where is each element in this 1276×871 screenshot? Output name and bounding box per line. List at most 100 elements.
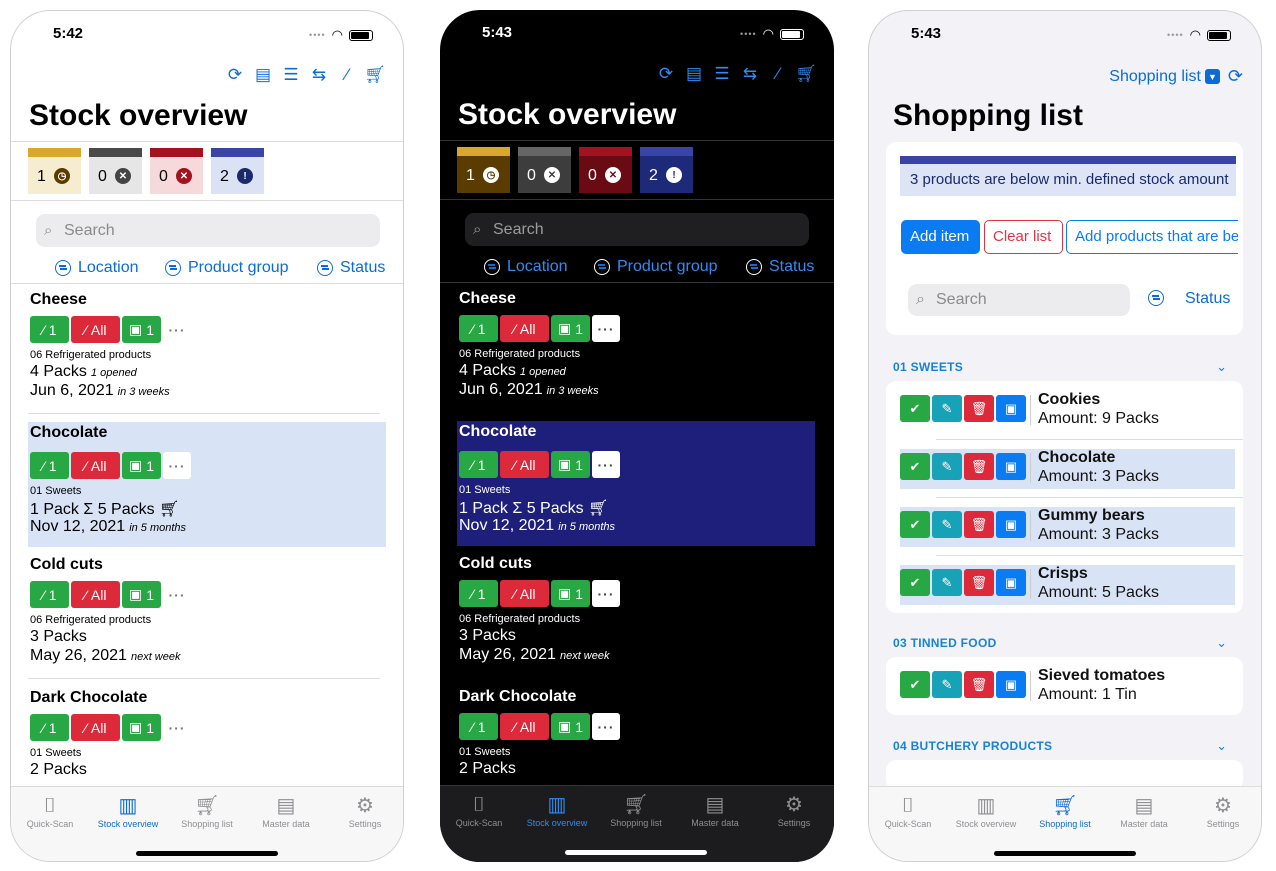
tab-stock-overview[interactable]: ▥ Stock overview bbox=[89, 793, 167, 829]
tab-stock-overview[interactable]: ▥ Stock overview bbox=[518, 792, 596, 828]
search-input[interactable]: ⌕ Search bbox=[908, 284, 1130, 316]
trash-icon[interactable]: 🗑︎ bbox=[964, 453, 994, 480]
stock-item-cheese[interactable]: Cheese ⁄ 1 ⁄ All ▣ 1 ··· 06 Refrigerated pr… bbox=[457, 290, 817, 410]
stock-item-dark-chocolate[interactable]: Dark Chocolate ⁄ 1 ⁄ All ▣ 1 ··· 01 Sweets … bbox=[28, 689, 388, 774]
open-one-button[interactable]: ▣ 1 bbox=[551, 580, 590, 607]
filter-product-group[interactable]: Product group bbox=[165, 259, 289, 277]
filter-status[interactable]: Status bbox=[746, 258, 814, 276]
fork-icon[interactable]: ⁄ bbox=[337, 65, 357, 85]
trash-icon[interactable]: 🗑︎ bbox=[964, 511, 994, 538]
consume-one-button[interactable]: ⁄ 1 bbox=[30, 581, 69, 608]
consume-one-button[interactable]: ⁄ 1 bbox=[30, 316, 69, 343]
chip-due-soon[interactable]: 1 ◷ bbox=[457, 147, 510, 193]
consume-all-button[interactable]: ⁄ All bbox=[500, 713, 549, 740]
consume-all-button[interactable]: ⁄ All bbox=[500, 451, 549, 478]
refresh-icon[interactable]: ⟳ bbox=[656, 64, 676, 84]
box-icon[interactable]: ▣ bbox=[996, 569, 1026, 596]
tab-shopping-list[interactable]: 🛒︎ Shopping list bbox=[597, 792, 675, 828]
edit-icon[interactable]: ✎ bbox=[932, 395, 962, 422]
chevron-down-icon[interactable]: ⌄ bbox=[1216, 738, 1227, 754]
refresh-icon[interactable]: ⟳ bbox=[225, 65, 245, 85]
filter-status[interactable]: Status bbox=[317, 259, 385, 277]
box-icon[interactable]: ▣ bbox=[996, 395, 1026, 422]
consume-all-button[interactable]: ⁄ All bbox=[71, 316, 120, 343]
shopping-item-chocolate[interactable]: ✔ ✎ 🗑︎ ▣ Chocolate Amount: 3 Packs bbox=[900, 449, 1235, 489]
tab-settings[interactable]: ⚙ Settings bbox=[1184, 793, 1261, 829]
open-one-button[interactable]: ▣ 1 bbox=[122, 714, 161, 741]
consume-one-button[interactable]: ⁄ 1 bbox=[459, 580, 498, 607]
more-icon[interactable]: ··· bbox=[592, 713, 620, 740]
more-icon[interactable]: ··· bbox=[592, 315, 620, 342]
check-icon[interactable]: ✔ bbox=[900, 395, 930, 422]
chip-expired[interactable]: 0 ✕ bbox=[579, 147, 632, 193]
chevron-down-icon[interactable]: ⌄ bbox=[1216, 635, 1227, 651]
journal-icon[interactable]: ▤ bbox=[684, 64, 704, 84]
shopping-item-cookies[interactable]: ✔ ✎ 🗑︎ ▣ Cookies Amount: 9 Packs bbox=[900, 391, 1235, 431]
stock-item-chocolate[interactable]: Chocolate ⁄ 1 ⁄ All ▣ 1 ··· 01 Sweets 1 Pac… bbox=[457, 421, 815, 546]
tab-master-data[interactable]: ▤ Master data bbox=[1105, 793, 1183, 829]
shopping-item-sieved-tomatoes[interactable]: ✔ ✎ 🗑︎ ▣ Sieved tomatoes Amount: 1 Tin bbox=[900, 667, 1235, 707]
filter-icon[interactable] bbox=[1148, 290, 1164, 306]
consume-all-button[interactable]: ⁄ All bbox=[71, 714, 120, 741]
add-below-min-button[interactable]: Add products that are below min. stock bbox=[1066, 220, 1238, 254]
box-icon[interactable]: ▣ bbox=[996, 453, 1026, 480]
edit-icon[interactable]: ✎ bbox=[932, 511, 962, 538]
more-icon[interactable]: ··· bbox=[163, 714, 191, 741]
list-icon[interactable]: ☰ bbox=[281, 65, 301, 85]
search-input[interactable]: ⌕ Search bbox=[465, 213, 809, 246]
tab-quick-scan[interactable]: ⌷ Quick-Scan bbox=[11, 793, 89, 829]
tab-quick-scan[interactable]: ⌷ Quick-Scan bbox=[869, 793, 947, 829]
journal-icon[interactable]: ▤ bbox=[253, 65, 273, 85]
shopping-item-gummy-bears[interactable]: ✔ ✎ 🗑︎ ▣ Gummy bears Amount: 3 Packs bbox=[900, 507, 1235, 547]
box-icon[interactable]: ▣ bbox=[996, 671, 1026, 698]
open-one-button[interactable]: ▣ 1 bbox=[122, 452, 161, 479]
check-icon[interactable]: ✔ bbox=[900, 569, 930, 596]
filter-location[interactable]: Location bbox=[55, 259, 139, 277]
trash-icon[interactable]: 🗑︎ bbox=[964, 569, 994, 596]
more-icon[interactable]: ··· bbox=[592, 451, 620, 478]
shopping-item-crisps[interactable]: ✔ ✎ 🗑︎ ▣ Crisps Amount: 5 Packs bbox=[900, 565, 1235, 605]
list-icon[interactable]: ☰ bbox=[712, 64, 732, 84]
more-icon[interactable]: ··· bbox=[592, 580, 620, 607]
consume-all-button[interactable]: ⁄ All bbox=[71, 581, 120, 608]
tab-settings[interactable]: ⚙ Settings bbox=[755, 792, 833, 828]
consume-all-button[interactable]: ⁄ All bbox=[71, 452, 120, 479]
chip-below-min[interactable]: 2! bbox=[640, 147, 693, 193]
tab-quick-scan[interactable]: ⌷ Quick-Scan bbox=[440, 792, 518, 828]
transfer-icon[interactable]: ⇆ bbox=[309, 65, 329, 85]
trash-icon[interactable]: 🗑︎ bbox=[964, 671, 994, 698]
stock-item-cold-cuts[interactable]: Cold cuts ⁄ 1 ⁄ All ▣ 1 ··· 06 Refrigerated… bbox=[28, 556, 388, 676]
shopping-list-selector[interactable]: Shopping list bbox=[1109, 68, 1201, 86]
chip-overdue[interactable]: 0 ✕ bbox=[89, 148, 142, 194]
more-icon[interactable]: ··· bbox=[163, 452, 191, 479]
open-one-button[interactable]: ▣ 1 bbox=[551, 713, 590, 740]
chip-expired[interactable]: 0 ✕ bbox=[150, 148, 203, 194]
cart-icon[interactable]: 🛒︎ bbox=[795, 64, 817, 84]
chip-overdue[interactable]: 0 ✕ bbox=[518, 147, 571, 193]
open-one-button[interactable]: ▣ 1 bbox=[122, 581, 161, 608]
chevron-down-icon[interactable]: ▼ bbox=[1204, 69, 1220, 84]
edit-icon[interactable]: ✎ bbox=[932, 569, 962, 596]
chevron-down-icon[interactable]: ⌄ bbox=[1216, 359, 1227, 375]
tab-master-data[interactable]: ▤ Master data bbox=[676, 792, 754, 828]
filter-location[interactable]: Location bbox=[484, 258, 568, 276]
more-icon[interactable]: ··· bbox=[163, 316, 191, 343]
edit-icon[interactable]: ✎ bbox=[932, 671, 962, 698]
stock-item-cold-cuts[interactable]: Cold cuts ⁄ 1 ⁄ All ▣ 1 ··· 06 Refrigerated… bbox=[457, 555, 817, 675]
tab-master-data[interactable]: ▤ Master data bbox=[247, 793, 325, 829]
clear-list-button[interactable]: Clear list bbox=[984, 220, 1063, 254]
chip-below-min[interactable]: 2! bbox=[211, 148, 264, 194]
consume-one-button[interactable]: ⁄ 1 bbox=[459, 451, 498, 478]
check-icon[interactable]: ✔ bbox=[900, 453, 930, 480]
more-icon[interactable]: ··· bbox=[163, 581, 191, 608]
cart-icon[interactable]: 🛒︎ bbox=[364, 65, 386, 85]
tab-stock-overview[interactable]: ▥ Stock overview bbox=[947, 793, 1025, 829]
filter-product-group[interactable]: Product group bbox=[594, 258, 718, 276]
stock-item-cheese[interactable]: Cheese ⁄ 1 ⁄ All ▣ 1 ··· 06 Refrigerated pr… bbox=[28, 291, 388, 411]
chip-due-soon[interactable]: 1 ◷ bbox=[28, 148, 81, 194]
tab-shopping-list[interactable]: 🛒︎ Shopping list bbox=[168, 793, 246, 829]
consume-one-button[interactable]: ⁄ 1 bbox=[459, 315, 498, 342]
refresh-icon[interactable]: ⟳ bbox=[1228, 66, 1243, 87]
add-item-button[interactable]: Add item bbox=[901, 220, 980, 254]
search-input[interactable]: ⌕ Search bbox=[36, 214, 380, 247]
